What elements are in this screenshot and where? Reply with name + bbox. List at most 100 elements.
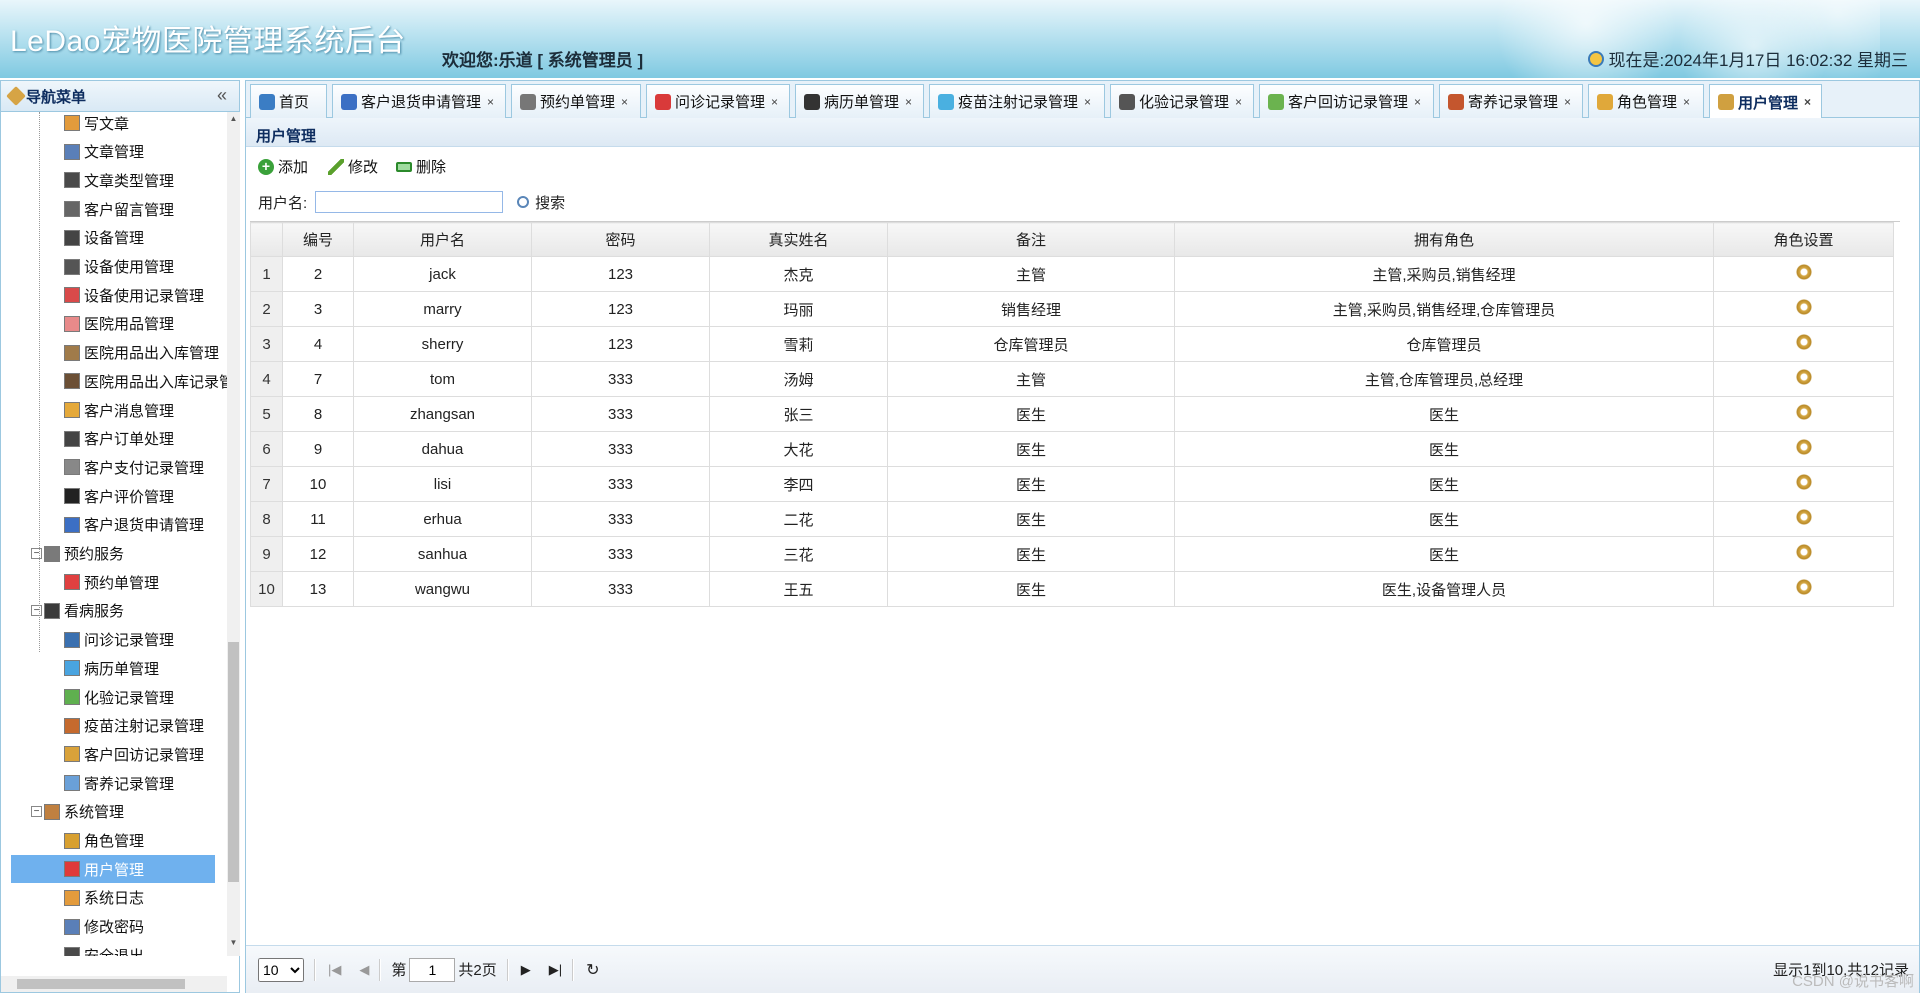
sidebar-group-visit[interactable]: − 看病服务: [31, 597, 124, 625]
sidebar-item[interactable]: 预约单管理: [64, 568, 159, 596]
sidebar-group-system[interactable]: − 系统管理: [31, 798, 124, 826]
gear-icon[interactable]: [1795, 369, 1812, 385]
sidebar-item[interactable]: 医院用品出入库管理: [64, 339, 219, 367]
table-row[interactable]: 9 12 sanhua 333 三花 医生 医生: [250, 536, 1894, 572]
close-icon[interactable]: ×: [1084, 95, 1091, 109]
close-icon[interactable]: ×: [905, 95, 912, 109]
collapse-toggle-icon[interactable]: −: [31, 548, 42, 559]
sidebar-item[interactable]: 医院用品出入库记录管理: [64, 367, 227, 395]
tab-7[interactable]: 化验记录管理 ×: [1110, 84, 1254, 118]
hscroll-thumb[interactable]: [17, 979, 185, 989]
close-icon[interactable]: ×: [1235, 95, 1242, 109]
sidebar-hscrollbar[interactable]: [1, 976, 227, 992]
column-header[interactable]: 密码: [531, 222, 710, 257]
column-header[interactable]: 编号: [282, 222, 354, 257]
sidebar-item[interactable]: 角色管理: [64, 827, 144, 855]
gear-icon[interactable]: [1795, 439, 1812, 455]
table-row[interactable]: 1 2 jack 123 杰克 主管 主管,采购员,销售经理: [250, 256, 1894, 292]
sidebar-item[interactable]: 寄养记录管理: [64, 769, 174, 797]
close-icon[interactable]: ×: [1683, 95, 1690, 109]
gear-icon[interactable]: [1795, 264, 1812, 280]
sidebar-item[interactable]: 安全退出: [64, 941, 144, 956]
refresh-button[interactable]: ↻: [586, 960, 599, 980]
sidebar-item[interactable]: 客户支付记录管理: [64, 453, 204, 481]
tab-3[interactable]: 预约单管理 ×: [511, 84, 641, 118]
gear-icon[interactable]: [1795, 579, 1812, 595]
next-page-button[interactable]: ▶: [521, 962, 531, 978]
gear-icon[interactable]: [1795, 509, 1812, 525]
tab-1[interactable]: 首页: [250, 84, 327, 118]
sidebar-vscrollbar[interactable]: ▲ ▼: [227, 112, 240, 956]
sidebar-item[interactable]: 客户留言管理: [64, 195, 174, 223]
table-row[interactable]: 8 11 erhua 333 二花 医生 医生: [250, 501, 1894, 537]
sidebar-item[interactable]: 问诊记录管理: [64, 626, 174, 654]
table-row[interactable]: 3 4 sherry 123 雪莉 仓库管理员 仓库管理员: [250, 326, 1894, 362]
table-row[interactable]: 10 13 wangwu 333 王五 医生 医生,设备管理人员: [250, 571, 1894, 607]
table-row[interactable]: 2 3 marry 123 玛丽 销售经理 主管,采购员,销售经理,仓库管理员: [250, 291, 1894, 327]
gear-icon[interactable]: [1795, 404, 1812, 420]
tab-9[interactable]: 寄养记录管理 ×: [1439, 84, 1583, 118]
sidebar-item[interactable]: 文章管理: [64, 138, 144, 166]
column-header[interactable]: 角色设置: [1713, 222, 1894, 257]
scroll-down-icon[interactable]: ▼: [227, 938, 240, 954]
table-row[interactable]: 5 8 zhangsan 333 张三 医生 医生: [250, 396, 1894, 432]
add-button[interactable]: + 添加: [258, 156, 308, 177]
close-icon[interactable]: ×: [487, 95, 494, 109]
column-header[interactable]: 拥有角色: [1174, 222, 1714, 257]
sidebar-item[interactable]: 化验记录管理: [64, 683, 174, 711]
tab-4[interactable]: 问诊记录管理 ×: [646, 84, 790, 118]
close-icon[interactable]: ×: [1414, 95, 1421, 109]
collapse-icon[interactable]: «: [217, 85, 227, 106]
gear-icon[interactable]: [1795, 334, 1812, 350]
delete-button[interactable]: 删除: [396, 156, 446, 177]
sidebar-item[interactable]: 客户订单处理: [64, 425, 174, 453]
sidebar-group-appointment[interactable]: − 预约服务: [31, 540, 124, 568]
scroll-thumb[interactable]: [228, 642, 239, 882]
sidebar-item[interactable]: 修改密码: [64, 913, 144, 941]
collapse-toggle-icon[interactable]: −: [31, 806, 42, 818]
collapse-toggle-icon[interactable]: −: [31, 605, 42, 617]
sidebar-item[interactable]: 疫苗注射记录管理: [64, 712, 204, 740]
tab-11[interactable]: 用户管理 ×: [1709, 84, 1822, 119]
sidebar-item[interactable]: 设备使用记录管理: [64, 281, 204, 309]
sidebar-item[interactable]: 客户评价管理: [64, 482, 174, 510]
first-page-button[interactable]: |◀: [328, 962, 341, 978]
search-button[interactable]: 搜索: [517, 192, 565, 213]
scroll-up-icon[interactable]: ▲: [227, 114, 240, 130]
username-search-input[interactable]: [315, 191, 504, 213]
edit-button[interactable]: 修改: [328, 156, 378, 177]
column-header[interactable]: 真实姓名: [709, 222, 888, 257]
sidebar-item[interactable]: 客户消息管理: [64, 396, 174, 424]
sidebar-item[interactable]: 用户管理: [11, 855, 215, 884]
sidebar-item[interactable]: 写文章: [64, 112, 129, 137]
close-icon[interactable]: ×: [621, 95, 628, 109]
tab-5[interactable]: 病历单管理 ×: [795, 84, 924, 118]
gear-icon[interactable]: [1795, 544, 1812, 560]
sidebar-item[interactable]: 病历单管理: [64, 654, 159, 682]
page-number-input[interactable]: [409, 957, 456, 982]
tab-2[interactable]: 客户退货申请管理 ×: [332, 84, 506, 118]
column-header[interactable]: 用户名: [353, 222, 532, 257]
sidebar-item[interactable]: 客户回访记录管理: [64, 740, 204, 768]
close-icon[interactable]: ×: [1804, 95, 1811, 109]
sidebar-item[interactable]: 文章类型管理: [64, 166, 174, 194]
table-row[interactable]: 4 7 tom 333 汤姆 主管 主管,仓库管理员,总经理: [250, 361, 1894, 397]
sidebar-item[interactable]: 设备使用管理: [64, 253, 174, 281]
sidebar-item[interactable]: 系统日志: [64, 884, 144, 912]
gear-icon[interactable]: [1795, 299, 1812, 315]
close-icon[interactable]: ×: [1564, 95, 1571, 109]
prev-page-button[interactable]: ◀: [359, 962, 369, 978]
tab-10[interactable]: 角色管理 ×: [1588, 84, 1704, 118]
column-header[interactable]: 备注: [887, 222, 1175, 257]
sidebar-item[interactable]: 设备管理: [64, 224, 144, 252]
tab-6[interactable]: 疫苗注射记录管理 ×: [929, 84, 1105, 118]
gear-icon[interactable]: [1795, 474, 1812, 490]
sidebar-item[interactable]: 客户退货申请管理: [64, 511, 204, 539]
close-icon[interactable]: ×: [771, 95, 778, 109]
sidebar-item[interactable]: 医院用品管理: [64, 310, 174, 338]
tab-8[interactable]: 客户回访记录管理 ×: [1259, 84, 1434, 118]
last-page-button[interactable]: ▶|: [549, 962, 562, 978]
table-row[interactable]: 6 9 dahua 333 大花 医生 医生: [250, 431, 1894, 467]
table-row[interactable]: 7 10 lisi 333 李四 医生 医生: [250, 466, 1894, 502]
page-size-select[interactable]: 10: [258, 957, 304, 982]
